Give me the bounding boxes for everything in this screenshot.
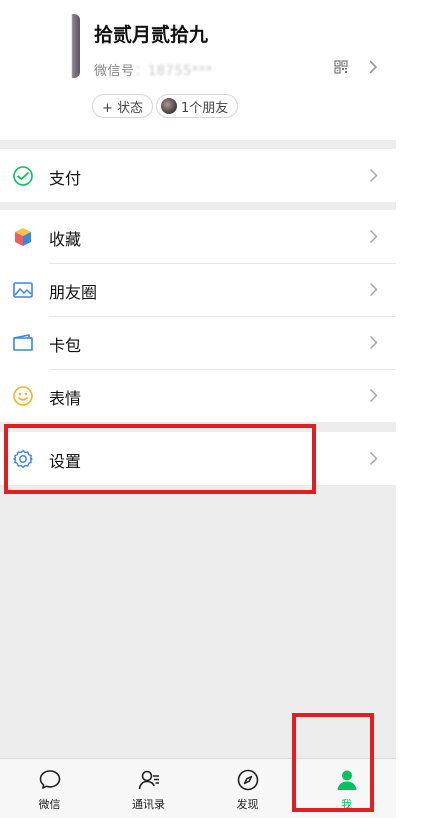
settings-highlight-box — [4, 424, 316, 494]
image-icon — [13, 282, 33, 298]
menu-item-stickers[interactable]: 表情 — [0, 369, 396, 422]
menu-item-pay[interactable]: 支付 — [0, 149, 396, 202]
menu-item-cards[interactable]: 卡包 — [0, 316, 396, 369]
tab-chats[interactable]: 微信 — [0, 759, 99, 818]
wechat-id-prefix: 微信号 — [94, 64, 135, 79]
chevron-right-icon — [369, 229, 378, 244]
status-label: + 状态 — [102, 100, 144, 116]
chevron-right-icon[interactable] — [368, 59, 378, 75]
wechat-id: 微信号：18755*** — [94, 60, 213, 79]
chat-bubble-icon — [39, 770, 60, 789]
pay-group: 支付 — [0, 149, 396, 202]
tab-contacts[interactable]: 通讯录 — [99, 759, 198, 818]
chevron-right-icon — [369, 335, 378, 350]
tab-discover[interactable]: 发现 — [198, 759, 297, 818]
me-page: 拾贰月贰拾九 微信号：18755*** + 状态 1个朋友 支付 收藏 朋友圈 … — [0, 0, 396, 818]
tab-label: 发现 — [236, 798, 259, 811]
friends-label: 1个朋友 — [181, 100, 229, 116]
wechat-id-value: ：18755*** — [134, 64, 213, 79]
tab-label: 通讯录 — [132, 798, 165, 811]
tab-label: 微信 — [38, 798, 61, 811]
me-tab-highlight-box — [292, 713, 374, 812]
avatar[interactable] — [18, 14, 80, 78]
chevron-right-icon — [369, 282, 378, 297]
chevron-right-icon — [369, 451, 378, 466]
services-group: 收藏 朋友圈 卡包 表情 — [0, 210, 396, 422]
menu-item-label: 支付 — [49, 169, 82, 188]
profile-header[interactable]: 拾贰月贰拾九 微信号：18755*** + 状态 1个朋友 — [0, 0, 396, 140]
friends-button[interactable]: 1个朋友 — [156, 94, 239, 118]
chevron-right-icon — [369, 168, 378, 183]
card-icon — [13, 334, 33, 351]
friend-avatar — [161, 98, 177, 114]
compass-icon — [237, 769, 258, 791]
menu-item-label: 朋友圈 — [49, 283, 98, 302]
pay-icon — [13, 166, 33, 186]
qr-code-icon[interactable] — [334, 60, 348, 74]
menu-item-label: 卡包 — [49, 336, 82, 355]
status-button[interactable]: + 状态 — [92, 94, 154, 118]
menu-item-label: 收藏 — [49, 230, 82, 249]
menu-item-label: 表情 — [49, 389, 82, 408]
smile-icon — [13, 386, 33, 406]
menu-item-moments[interactable]: 朋友圈 — [0, 263, 396, 316]
chevron-right-icon — [369, 388, 378, 403]
menu-item-favorites[interactable]: 收藏 — [0, 210, 396, 263]
cube-icon — [15, 228, 31, 246]
contacts-icon — [138, 770, 159, 790]
nickname: 拾贰月贰拾九 — [94, 24, 209, 46]
